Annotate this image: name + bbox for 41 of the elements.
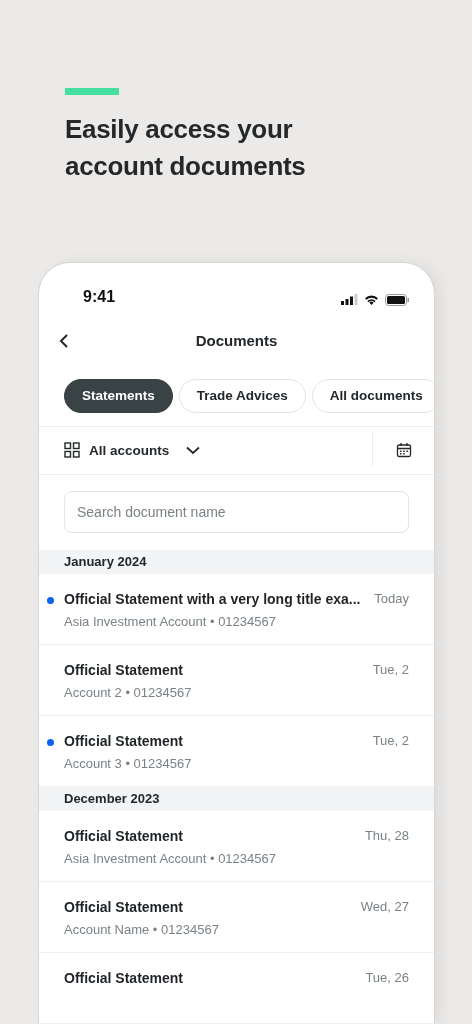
filter-tab[interactable]: Statements (64, 378, 173, 413)
document-date: Wed, 27 (360, 899, 409, 915)
document-date: Today (374, 591, 409, 607)
document-title: Official Statement (64, 732, 184, 749)
document-row[interactable]: Official Statement Tue, 26 (39, 953, 434, 1024)
headline: Easily access your account documents (65, 113, 307, 183)
section-header: December 2023 (39, 786, 434, 811)
account-filter[interactable]: All accounts (39, 427, 372, 474)
filter-tab[interactable]: Trade Advices (178, 378, 306, 413)
account-info: Asia Investment Account • 01234567 (64, 613, 277, 629)
document-title: Official Statement with a very long title exa... (64, 590, 361, 607)
chevron-down-icon (186, 445, 201, 455)
section-header: January 2024 (39, 549, 434, 574)
accent-bar (65, 88, 119, 95)
document-date: Thu, 28 (364, 828, 409, 844)
account-info: Account 3 • 01234567 (64, 755, 193, 771)
calendar-icon (395, 442, 412, 459)
document-date: Tue, 2 (372, 662, 409, 678)
signal-icon (341, 294, 358, 306)
document-date: Tue, 26 (365, 970, 409, 986)
back-button[interactable] (59, 332, 69, 349)
wifi-icon (364, 294, 379, 306)
search-field[interactable]: Search document name (64, 490, 409, 533)
document-title: Official Statement (64, 970, 184, 986)
page-title: Documents (195, 332, 278, 350)
account-info: Account 2 • 01234567 (64, 684, 193, 700)
document-title: Official Statement (64, 828, 184, 844)
document-date: Tue, 2 (372, 733, 409, 749)
account-info: Account Name • 01234567 (64, 922, 220, 937)
account-info: Asia Investment Account • 01234567 (64, 851, 277, 866)
document-row[interactable]: Official Statement Tue, 2 Account 3 • 01234567 (39, 715, 434, 787)
document-row[interactable]: Official Statement Wed, 27 Account Name • 01234567 (39, 882, 434, 953)
document-title: Official Statement (64, 899, 184, 915)
document-title: Official Statement (64, 661, 184, 678)
document-row[interactable]: Official Statement Tue, 2 Account 2 • 01234567 (39, 644, 434, 716)
document-row[interactable]: Official Statement Thu, 28 Asia Investment Account • 01234567 (39, 811, 434, 882)
status-time: 9:41 (83, 287, 116, 306)
battery-icon (385, 293, 410, 306)
grid-icon (64, 442, 80, 459)
filter-tab[interactable]: All documents (311, 378, 434, 413)
document-row[interactable]: Official Statement with a very long title exa... Today Asia Investment Account • 01234567 (39, 573, 434, 645)
